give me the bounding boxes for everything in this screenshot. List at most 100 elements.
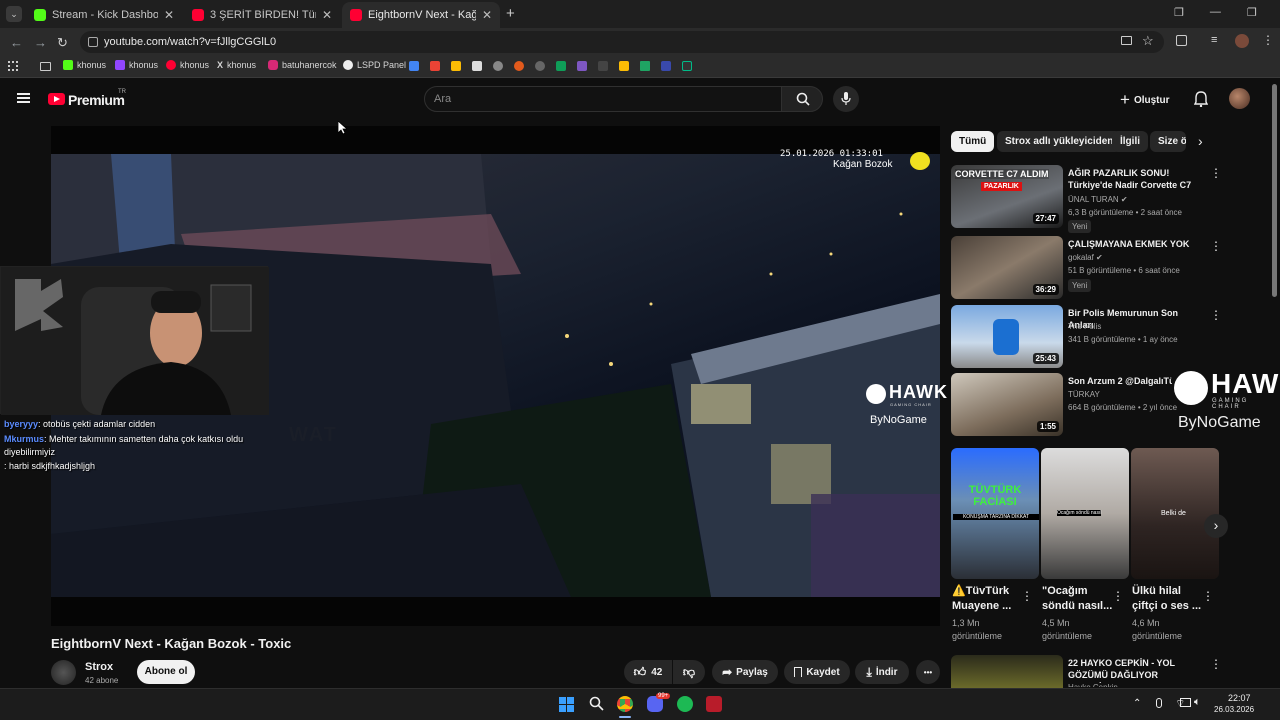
clock-time[interactable]: 22:07 xyxy=(1228,693,1251,703)
video-title[interactable]: Son Arzum 2 @DalgalıTürk xyxy=(1068,375,1172,387)
windows-start-icon[interactable] xyxy=(559,697,574,712)
more-actions-button[interactable]: ••• xyxy=(916,660,940,684)
volume-icon[interactable]: 🔈︎ xyxy=(1194,696,1201,709)
taskbar-search-icon[interactable] xyxy=(589,696,604,716)
drive-icon[interactable] xyxy=(640,61,650,71)
more-options-icon[interactable]: ⋮ xyxy=(1021,589,1033,603)
minimize-icon[interactable]: — xyxy=(1210,6,1221,19)
site-info-icon[interactable] xyxy=(88,37,98,47)
short-thumbnail[interactable]: Belki de xyxy=(1131,448,1219,579)
video-thumbnail[interactable]: 25:43 xyxy=(951,305,1063,368)
like-button[interactable]: 👍︎ 42 xyxy=(624,660,672,684)
bookmark-instagram[interactable]: batuhanercok xyxy=(268,60,337,70)
chip-for-you[interactable]: Size ö xyxy=(1150,131,1186,152)
notifications-bell-icon[interactable] xyxy=(1193,91,1209,112)
extension-icon[interactable] xyxy=(598,61,608,71)
spotify-icon[interactable] xyxy=(677,696,693,712)
channel-name[interactable]: Hayko Cepkin xyxy=(1068,683,1118,687)
video-thumbnail[interactable] xyxy=(951,655,1063,688)
channel-avatar[interactable] xyxy=(51,660,76,685)
page-scrollbar[interactable] xyxy=(1272,84,1277,297)
gmail-icon[interactable] xyxy=(409,61,419,71)
channel-name[interactable]: gokalaf ✔ xyxy=(1068,253,1103,262)
video-title[interactable]: ÇALIŞMAYANA EKMEK YOK xyxy=(1068,238,1200,250)
chip-from-uploader[interactable]: Strox adlı yükleyiciden xyxy=(997,131,1122,152)
search-box[interactable] xyxy=(424,86,782,112)
search-button[interactable] xyxy=(781,86,823,112)
video-title[interactable]: 22 HAYKO CEPKİN - YOL GÖZÜMÜ DAĞLIYOR AK… xyxy=(1068,657,1200,683)
bookmark-star-icon[interactable]: ☆ xyxy=(1142,33,1154,49)
bookmark-lspd[interactable]: LSPD Panel xyxy=(343,60,406,70)
extension-icon[interactable] xyxy=(619,61,629,71)
voice-search-button[interactable] xyxy=(833,86,859,112)
sheets-icon[interactable] xyxy=(556,61,566,71)
bookmark-khonus-kick[interactable]: khonus xyxy=(63,60,106,70)
short-title[interactable]: Ülkü hilal çiftçi o ses ... xyxy=(1132,584,1204,614)
chrome-icon[interactable] xyxy=(617,696,633,712)
short-thumbnail[interactable]: TÜVTÜRK FACİASI KONUŞMA TARZINA DİKKAT xyxy=(951,448,1039,579)
network-icon[interactable] xyxy=(1180,698,1191,707)
short-title[interactable]: ⚠️TüvTürk Muayene ... xyxy=(952,584,1024,614)
more-options-icon[interactable]: ⋮ xyxy=(1202,589,1214,603)
url-text[interactable]: youtube.com/watch?v=fJllgCGGlL0 xyxy=(104,36,276,48)
browser-menu-icon[interactable]: ⋮ xyxy=(1262,33,1274,47)
tab-search-button[interactable]: ⌄ xyxy=(6,6,22,22)
extensions-icon[interactable] xyxy=(1176,35,1187,46)
video-thumbnail[interactable]: 36:29 xyxy=(951,236,1063,299)
back-icon[interactable]: ← xyxy=(10,35,23,50)
new-tab-button[interactable]: + xyxy=(506,5,515,22)
cast-icon[interactable] xyxy=(1121,36,1132,45)
youtube-logo-text[interactable]: Premium xyxy=(68,92,125,108)
browser-tab-kick[interactable]: Stream - Kick Dashboard ✕ xyxy=(26,2,182,28)
more-options-icon[interactable]: ⋮ xyxy=(1210,308,1222,322)
channel-name[interactable]: The Polis xyxy=(1068,322,1101,331)
share-button[interactable]: ➦ Paylaş xyxy=(712,660,778,684)
video-thumbnail[interactable]: 1:55 xyxy=(951,373,1063,436)
more-options-icon[interactable]: ⋮ xyxy=(1112,589,1124,603)
account-avatar[interactable] xyxy=(1229,88,1250,109)
media-icon[interactable]: ≡ xyxy=(1211,34,1217,46)
extension-icon[interactable] xyxy=(493,61,503,71)
close-tab-icon[interactable]: ✕ xyxy=(482,8,492,22)
restore-icon[interactable]: ❐ xyxy=(1247,6,1257,19)
close-tab-icon[interactable]: ✕ xyxy=(164,8,174,22)
more-options-icon[interactable]: ⋮ xyxy=(1210,239,1222,253)
close-tab-icon[interactable]: ✕ xyxy=(322,8,332,22)
video-thumbnail[interactable]: CORVETTE C7 ALDIM PAZARLIK 27:47 xyxy=(951,165,1063,228)
save-button[interactable]: Kaydet xyxy=(784,660,850,684)
gmail-icon[interactable] xyxy=(430,61,440,71)
more-options-icon[interactable]: ⋮ xyxy=(1210,657,1222,671)
shorts-next-chevron-icon[interactable]: › xyxy=(1204,514,1228,538)
extensions-tab-icon[interactable]: ❐ xyxy=(1174,6,1184,19)
channel-name[interactable]: ÜNAL TURAN ✔ xyxy=(1068,195,1128,204)
dislike-button[interactable]: 👎︎ xyxy=(673,660,705,684)
short-title[interactable]: "Ocağım söndü nasıl... xyxy=(1042,584,1114,614)
browser-tab-youtube-active[interactable]: EightbornV Next - Kağan Bozok ✕ xyxy=(342,2,500,28)
forms-icon[interactable] xyxy=(577,61,587,71)
create-button[interactable]: + Oluştur xyxy=(1120,90,1170,110)
extension-icon[interactable] xyxy=(535,61,545,71)
download-button[interactable]: ⤓ İndir xyxy=(855,660,909,684)
folder-icon[interactable] xyxy=(40,62,51,71)
gmail-icon[interactable] xyxy=(451,61,461,71)
app-icon[interactable] xyxy=(706,696,722,712)
hamburger-menu-icon[interactable] xyxy=(17,93,30,103)
channel-name[interactable]: TÜRKAY xyxy=(1068,390,1100,399)
mic-tray-icon[interactable] xyxy=(1156,698,1162,708)
extension-icon[interactable] xyxy=(682,61,692,71)
apps-grid-icon[interactable] xyxy=(8,61,18,71)
docs-icon[interactable] xyxy=(472,61,482,71)
channel-name[interactable]: Strox xyxy=(85,661,113,673)
search-input[interactable]: Ara xyxy=(434,93,451,105)
short-thumbnail[interactable]: Ocağım söndü nasıl xyxy=(1041,448,1129,579)
video-title[interactable]: AĞIR PAZARLIK SONU! Türkiye'de Nadir Cor… xyxy=(1068,167,1200,193)
extension-icon[interactable] xyxy=(514,61,524,71)
clock-date[interactable]: 26.03.2026 xyxy=(1214,705,1254,714)
chip-all[interactable]: Tümü xyxy=(951,131,995,152)
youtube-logo-icon[interactable] xyxy=(48,93,65,105)
reload-icon[interactable]: ↻ xyxy=(57,35,68,51)
browser-tab-youtube-1[interactable]: 3 ŞERİT BİRDEN! Türkiye'de Ya ✕ xyxy=(184,2,340,28)
bookmark-khonus-x[interactable]: Xkhonus xyxy=(217,60,256,70)
bookmark-khonus-twitch[interactable]: khonus xyxy=(115,60,158,70)
chip-related[interactable]: İlgili xyxy=(1112,131,1148,152)
